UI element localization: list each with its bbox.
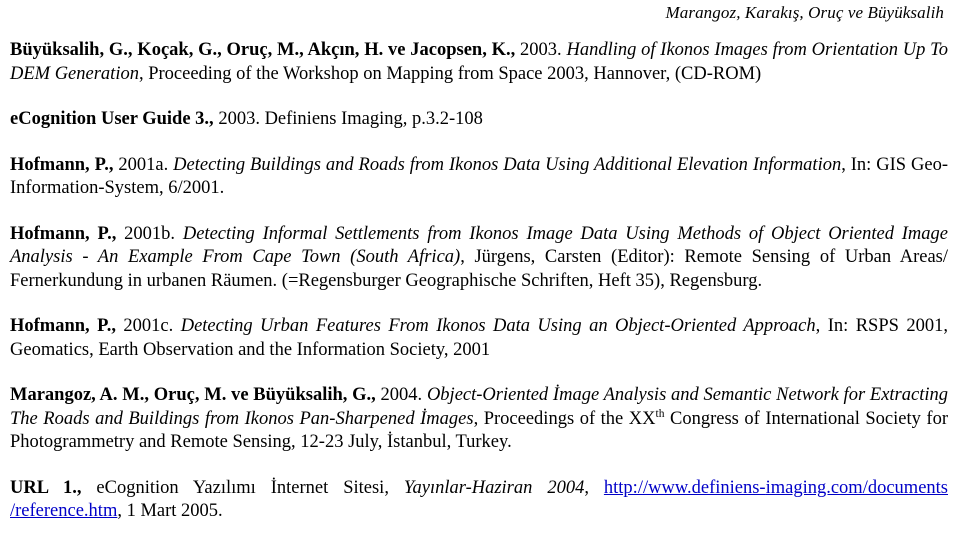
reference-authors: Hofmann, P., <box>10 223 117 244</box>
reference-source: Definiens Imaging, p.3.2-108 <box>264 109 483 129</box>
reference-authors: Hofmann, P., <box>10 316 116 336</box>
url-entry-label: URL 1., <box>10 477 82 498</box>
url-entry-publication: Yayınlar-Haziran 2004 <box>403 477 585 498</box>
reference-year: 2001c. <box>115 316 181 336</box>
reference-year: 2001b. <box>116 223 183 244</box>
reference-year: 2003. <box>213 109 265 129</box>
reference-year: 2001a. <box>113 154 174 175</box>
reference-authors: Marangoz, A. M., Oruç, M. ve Büyüksalih,… <box>10 385 376 405</box>
reference-entry-hofmann-2001b: Hofmann, P., 2001b. Detecting Informal S… <box>10 223 948 294</box>
reference-source: , Proceeding of the Workshop on Mapping … <box>138 63 762 84</box>
reference-entry-buyuksalih-2003: Büyüksalih, G., Koçak, G., Oruç, M., Akç… <box>10 39 948 86</box>
definiens-imaging-link-part1[interactable]: http://www.definiens- <box>604 478 766 498</box>
reference-authors: eCognition User Guide 3., <box>10 109 214 129</box>
url-entry-access-date: , 1 Mart 2005. <box>117 501 223 521</box>
reference-entry-marangoz-2004: Marangoz, A. M., Oruç, M. ve Büyüksalih,… <box>10 384 948 455</box>
url-entry-separator: , <box>584 477 604 498</box>
reference-entry-hofmann-2001a: Hofmann, P., 2001a. Detecting Buildings … <box>10 154 948 201</box>
reference-entry-ecognition-user-guide-3: eCognition User Guide 3., 2003. Definien… <box>10 108 948 132</box>
reference-source-pre: , Proceedings of the XX <box>473 408 656 429</box>
reference-entry-url-1: URL 1., eCognition Yazılımı İnternet Sit… <box>10 477 948 524</box>
reference-year: 2003. <box>515 40 567 60</box>
document-page: Marangoz, Karakış, Oruç ve Büyüksalih Bü… <box>0 0 960 550</box>
url-entry-description: eCognition Yazılımı İnternet Sitesi, <box>81 477 404 498</box>
reference-title: Detecting Urban Features From Ikonos Dat… <box>180 316 816 336</box>
reference-authors: Büyüksalih, G., Koçak, G., Oruç, M., Akç… <box>10 40 516 60</box>
reference-entry-hofmann-2001c: Hofmann, P., 2001c. Detecting Urban Feat… <box>10 315 948 362</box>
reference-year: 2004. <box>375 385 427 405</box>
reference-authors: Hofmann, P., <box>10 154 114 175</box>
reference-title: Detecting Buildings and Roads from Ikono… <box>173 154 842 175</box>
running-header: Marangoz, Karakış, Oruç ve Büyüksalih <box>665 3 944 22</box>
